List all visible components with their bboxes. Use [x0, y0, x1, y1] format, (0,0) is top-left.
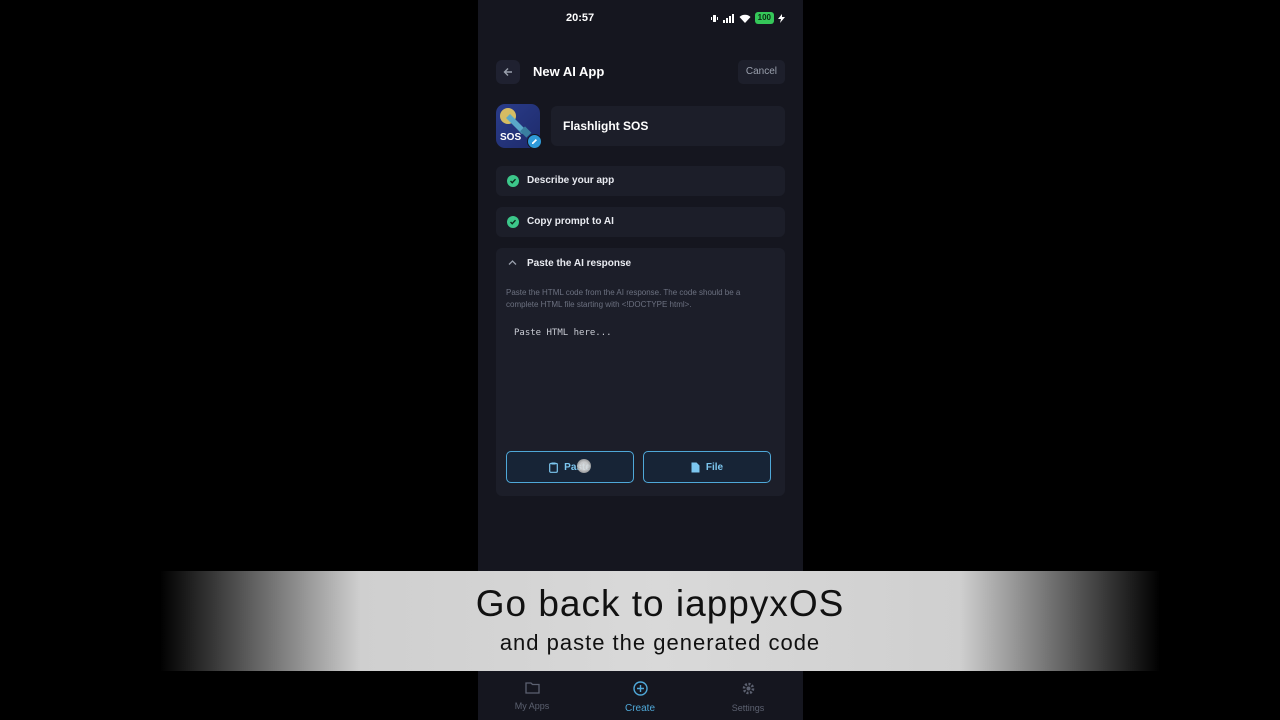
back-button[interactable] [496, 60, 520, 84]
status-bar: 20:57 100 [478, 0, 803, 38]
app-icon-label: SOS [500, 132, 522, 143]
step-label: Describe your app [527, 175, 615, 186]
file-button-label: File [705, 461, 724, 473]
cancel-button[interactable]: Cancel [737, 60, 785, 84]
arrow-left-icon [503, 68, 512, 76]
check-circle-icon [507, 175, 519, 187]
check-circle-icon [507, 216, 519, 228]
panel-description: Paste the HTML code from the AI response… [506, 288, 741, 309]
status-time: 20:57 [566, 12, 595, 24]
wifi-icon [739, 14, 751, 23]
paste-response-panel: Paste the AI response Paste the HTML cod… [496, 248, 785, 496]
header: New AI App Cancel [478, 56, 803, 88]
edit-icon[interactable] [527, 134, 542, 149]
html-input[interactable] [506, 322, 779, 444]
plus-circle-icon [632, 681, 648, 696]
page-title: New AI App [533, 64, 605, 79]
chevron-up-icon[interactable] [508, 259, 517, 266]
app-name-field[interactable]: Flashlight SOS [551, 106, 785, 146]
file-button[interactable]: File [643, 451, 771, 483]
nav-item-my-apps[interactable]: My Apps [492, 681, 572, 711]
folder-icon [524, 682, 540, 694]
touch-indicator [577, 459, 591, 473]
caption-line-2: and paste the generated code [499, 630, 821, 655]
app-icon-button[interactable]: SOS [496, 104, 542, 149]
nav-label: Create [624, 703, 655, 714]
battery-indicator: 100 [754, 12, 774, 24]
nav-label: Settings [731, 703, 765, 713]
step-describe-app[interactable]: Describe your app [496, 166, 785, 196]
paste-button[interactable]: Paste [506, 451, 634, 483]
file-icon [691, 462, 700, 472]
clipboard-icon [549, 462, 559, 473]
charging-icon [778, 13, 785, 23]
status-icons: 100 [710, 12, 785, 24]
step-copy-prompt[interactable]: Copy prompt to AI [496, 207, 785, 237]
vibrate-icon [710, 14, 718, 22]
nav-item-settings[interactable]: Settings [708, 681, 788, 713]
caption-banner: Go back to iappyxOS and paste the genera… [160, 571, 1160, 671]
signal-icon [722, 13, 734, 23]
nav-item-create[interactable]: Create [600, 681, 680, 714]
caption-line-1: Go back to iappyxOS [475, 583, 845, 624]
app-name-value: Flashlight SOS [563, 119, 649, 133]
bottom-nav: My Apps Create Settings [478, 671, 803, 720]
panel-title: Paste the AI response [527, 258, 632, 269]
gear-icon [742, 682, 754, 695]
nav-label: My Apps [514, 701, 550, 711]
step-label: Copy prompt to AI [527, 216, 614, 227]
